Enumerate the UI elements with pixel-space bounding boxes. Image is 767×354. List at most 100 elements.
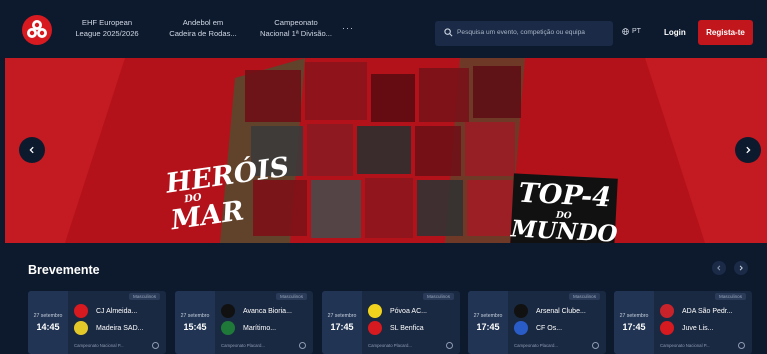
match-card[interactable]: 27 setembro 14:45 Masculinos CJ Almeida.… [28, 291, 166, 354]
match-date: 27 setembro [180, 313, 210, 319]
chevron-right-icon [739, 265, 743, 271]
match-date: 27 setembro [619, 313, 649, 319]
nav-item-line: EHF European [81, 18, 133, 27]
team-name: Póvoa AC... [390, 308, 427, 315]
language-label: PT [632, 28, 641, 35]
chevron-right-icon [746, 146, 751, 154]
away-team: Madeira SAD... [74, 321, 166, 337]
team-name: Juve Lis... [682, 325, 714, 332]
competition-name: Campeonato Nacional P... [74, 343, 124, 348]
hero-artwork [5, 58, 767, 243]
match-time: 14:45 [36, 322, 60, 332]
match-card[interactable]: 27 setembro 17:45 Masculinos Arsenal Clu… [468, 291, 606, 354]
home-team: Avanca Bioria... [221, 304, 313, 320]
team-name: Avanca Bioria... [243, 308, 292, 315]
category-badge: Masculinos [276, 293, 307, 300]
away-team: Juve Lis... [660, 321, 752, 337]
match-date: 27 setembro [473, 313, 503, 319]
match-date-panel: 27 setembro 17:45 [614, 291, 654, 354]
team-crest-icon [368, 321, 382, 335]
team-name: CJ Almeida... [96, 308, 138, 315]
match-date-panel: 27 setembro 17:45 [322, 291, 362, 354]
nav-item-andebol-cadeira-rodas[interactable]: Andebol em Cadeira de Rodas... [162, 17, 244, 39]
team-crest-icon [74, 304, 88, 318]
nav-item-line: Cadeira de Rodas... [169, 29, 237, 38]
team-name: Madeira SAD... [96, 325, 144, 332]
hero-banner[interactable]: HERÓIS DO MAR TOP-4 DO MUNDO [5, 58, 767, 243]
match-card[interactable]: 27 setembro 17:45 Masculinos Póvoa AC...… [322, 291, 460, 354]
match-date: 27 setembro [33, 313, 63, 319]
more-nav-button[interactable]: ··· [342, 23, 354, 33]
competition-name: Campeonato Placard... [221, 343, 265, 348]
team-crest-icon [660, 304, 674, 318]
chevron-left-icon [717, 265, 721, 271]
hero-title-line: TOP-4 [517, 177, 612, 214]
team-crest-icon [74, 321, 88, 335]
register-button[interactable]: Regista-te [698, 20, 753, 45]
team-crest-icon [368, 304, 382, 318]
team-name: Arsenal Clube... [536, 308, 586, 315]
search-icon [444, 28, 453, 37]
away-team: CF Os... [514, 321, 606, 337]
search-placeholder: Pesquisa um evento, competição ou equipa [457, 29, 585, 36]
category-badge: Masculinos [129, 293, 160, 300]
match-date-panel: 27 setembro 17:45 [468, 291, 508, 354]
team-name: Marítimo... [243, 325, 277, 332]
match-time: 17:45 [476, 322, 500, 332]
team-name: ADA São Pedr... [682, 308, 733, 315]
competition-name: Campeonato Nacional P... [660, 343, 710, 348]
logo-mark-icon [27, 20, 47, 38]
match-date-panel: 27 setembro 15:45 [175, 291, 215, 354]
match-card[interactable]: 27 setembro 15:45 Masculinos Avanca Bior… [175, 291, 313, 354]
carousel-next-button[interactable] [735, 137, 761, 163]
upcoming-next-button[interactable] [734, 261, 748, 275]
team-name: SL Benfica [390, 325, 424, 332]
search-input[interactable]: Pesquisa um evento, competição ou equipa [435, 21, 613, 46]
login-button[interactable]: Login [664, 28, 686, 37]
nav-item-ehf-european-league[interactable]: EHF European League 2025/2026 [68, 17, 146, 39]
nav-item-line: Nacional 1ª Divisão... [259, 29, 333, 38]
team-name: CF Os... [536, 325, 563, 332]
home-team: ADA São Pedr... [660, 304, 752, 320]
match-date: 27 setembro [327, 313, 357, 319]
team-crest-icon [660, 321, 674, 335]
away-team: Marítimo... [221, 321, 313, 337]
away-team: SL Benfica [368, 321, 460, 337]
info-icon[interactable] [446, 342, 453, 349]
info-icon[interactable] [152, 342, 159, 349]
home-team: Arsenal Clube... [514, 304, 606, 320]
competition-name: Campeonato Placard... [368, 343, 412, 348]
team-crest-icon [514, 321, 528, 335]
category-badge: Masculinos [423, 293, 454, 300]
nav-item-campeonato-nacional[interactable]: Campeonato Nacional 1ª Divisão... [254, 17, 338, 39]
carousel-prev-button[interactable] [19, 137, 45, 163]
globe-icon [622, 28, 629, 35]
nav-item-line: Campeonato [274, 18, 318, 27]
nav-item-line: Andebol em [182, 18, 224, 27]
team-crest-icon [514, 304, 528, 318]
team-crest-icon [221, 321, 235, 335]
category-badge: Masculinos [569, 293, 600, 300]
match-time: 17:45 [330, 322, 354, 332]
home-team: CJ Almeida... [74, 304, 166, 320]
top-header: EHF European League 2025/2026 Andebol em… [0, 0, 767, 58]
match-time: 15:45 [183, 322, 207, 332]
section-title-upcoming: Brevemente [28, 263, 100, 277]
chevron-left-icon [29, 146, 34, 154]
match-card[interactable]: 27 setembro 17:45 Masculinos ADA São Ped… [614, 291, 752, 354]
home-team: Póvoa AC... [368, 304, 460, 320]
language-selector[interactable]: PT [622, 28, 641, 35]
hero-title-top4-do-mundo: TOP-4 DO MUNDO [510, 173, 618, 243]
brand-logo[interactable] [22, 15, 52, 45]
match-date-panel: 27 setembro 14:45 [28, 291, 68, 354]
upcoming-prev-button[interactable] [712, 261, 726, 275]
hero-title-line: MUNDO [510, 215, 619, 243]
team-crest-icon [221, 304, 235, 318]
nav-item-line: League 2025/2026 [75, 29, 139, 38]
info-icon[interactable] [738, 342, 745, 349]
info-icon[interactable] [299, 342, 306, 349]
match-time: 17:45 [622, 322, 646, 332]
info-icon[interactable] [592, 342, 599, 349]
competition-name: Campeonato Placard... [514, 343, 558, 348]
category-badge: Masculinos [715, 293, 746, 300]
